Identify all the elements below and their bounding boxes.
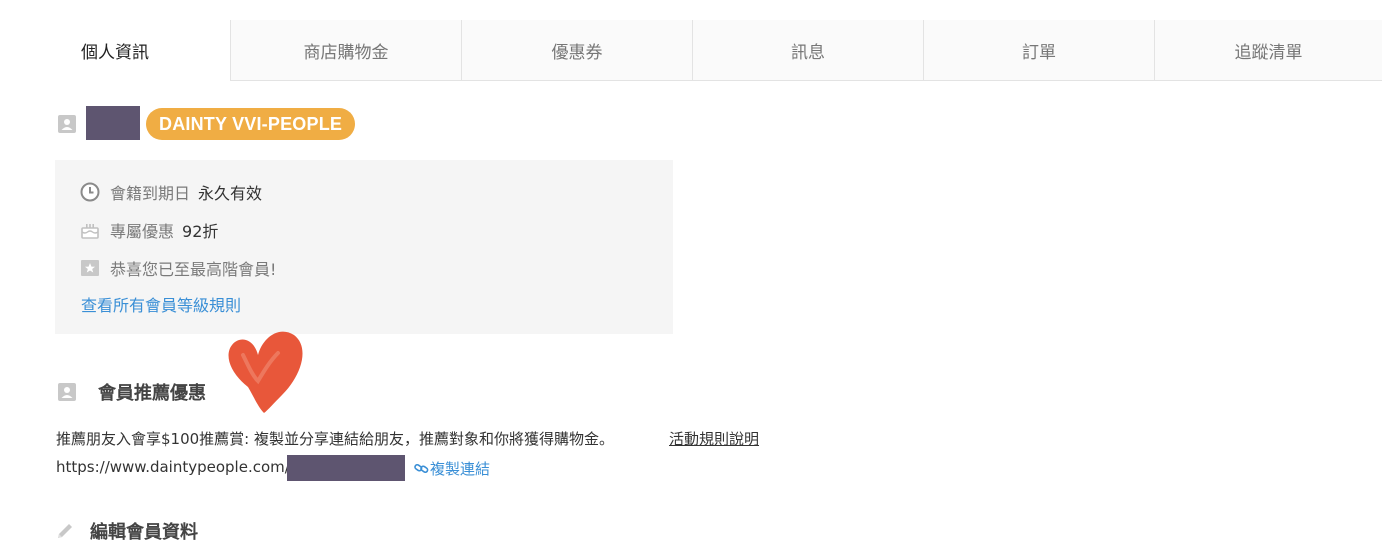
expiry-label: 會籍到期日 [110, 184, 191, 203]
member-tier-badge: DAINTY VVI-PEOPLE [146, 108, 356, 140]
heart-doodle-icon [228, 331, 303, 413]
contact-card-icon [57, 114, 77, 134]
referral-code-redacted [287, 455, 405, 481]
tab-profile-info[interactable]: 個人資訊 [0, 20, 230, 81]
expiry-value: 永久有效 [198, 184, 263, 203]
pencil-icon [55, 521, 75, 541]
account-tabs: 個人資訊 商店購物金 優惠券 訊息 訂單 追蹤清單 [0, 20, 1382, 82]
top-tier-row: 恭喜您已至最高階會員! [80, 256, 276, 280]
referral-title-text: 會員推薦優惠 [98, 383, 206, 404]
referral-url: https://www.daintypeople.com/ [56, 458, 290, 476]
referral-section-title: 會員推薦優惠 [57, 379, 206, 405]
cake-icon [80, 220, 100, 240]
member-discount-row: 專屬優惠 92折 [80, 218, 218, 242]
discount-value: 92折 [182, 222, 219, 241]
tab-coupons[interactable]: 優惠券 [461, 20, 692, 81]
activity-rules-link[interactable]: 活動規則說明 [669, 428, 759, 449]
membership-expiry-row: 會籍到期日 永久有效 [80, 180, 262, 204]
edit-profile-title-text: 編輯會員資料 [90, 522, 198, 543]
top-tier-message: 恭喜您已至最高階會員! [110, 260, 277, 279]
link-icon [414, 461, 429, 476]
star-badge-icon [80, 258, 100, 278]
tab-orders[interactable]: 訂單 [923, 20, 1154, 81]
copy-link-label: 複製連結 [430, 460, 491, 478]
tab-store-credit[interactable]: 商店購物金 [230, 20, 461, 81]
tab-messages[interactable]: 訊息 [692, 20, 923, 81]
referral-description: 推薦朋友入會享$100推薦賞: 複製並分享連結給朋友，推薦對象和你將獲得購物金。 [56, 430, 614, 448]
copy-link-button[interactable]: 複製連結 [414, 458, 490, 479]
clock-icon [80, 182, 100, 202]
tab-wishlist[interactable]: 追蹤清單 [1154, 20, 1382, 81]
membership-rules-link[interactable]: 查看所有會員等級規則 [81, 292, 241, 316]
edit-profile-section-title: 編輯會員資料 [55, 518, 198, 544]
membership-info-panel: 會籍到期日 永久有效 專屬優惠 92折 恭喜您已至最高階會員! 查看所有會員等級… [55, 160, 673, 334]
contact-card-icon [57, 382, 77, 402]
discount-label: 專屬優惠 [110, 222, 175, 241]
member-name-redacted [86, 106, 140, 140]
